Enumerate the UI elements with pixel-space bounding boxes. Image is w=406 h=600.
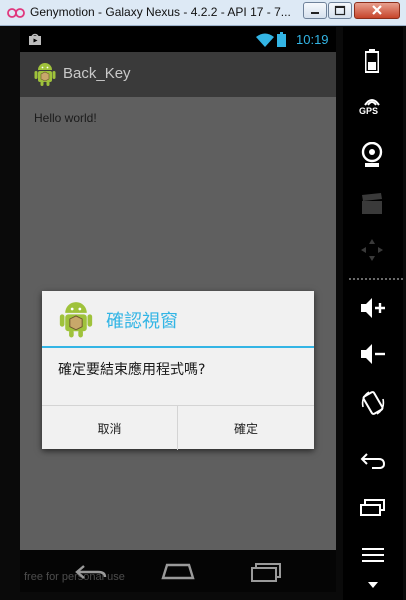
minimize-icon	[311, 12, 319, 14]
menu-control-icon[interactable]	[360, 546, 386, 564]
confirm-button[interactable]: 確定	[178, 406, 314, 450]
hello-world-text: Hello world!	[34, 111, 97, 125]
android-app-icon[interactable]	[34, 61, 56, 87]
wifi-icon	[256, 33, 274, 47]
gps-label: GPS	[359, 106, 379, 116]
action-bar: Back_Key	[20, 52, 336, 97]
close-button[interactable]	[354, 2, 400, 19]
confirm-dialog: 確認視窗 確定要結束應用程式嗎? 取消 確定	[42, 291, 314, 450]
battery-icon	[277, 32, 286, 47]
panel-separator	[349, 278, 403, 280]
cancel-button[interactable]: 取消	[42, 406, 178, 450]
maximize-button[interactable]	[328, 2, 352, 19]
dialog-button-row: 取消 確定	[42, 405, 314, 450]
dialog-title: 確認視窗	[106, 311, 178, 332]
status-bar: 10:19	[20, 27, 336, 52]
emulator-control-panel: GPS	[343, 27, 403, 600]
back-icon[interactable]	[74, 563, 108, 581]
app-content: Hello world! 確認視窗 確定要結束應用程式嗎? 取消 確定	[20, 97, 336, 550]
navigation-bar: free for personal use	[20, 550, 336, 592]
dialog-message: 確定要結束應用程式嗎?	[58, 362, 206, 378]
scroll-down-arrow-icon[interactable]	[368, 582, 378, 588]
android-dialog-icon	[59, 302, 93, 338]
rotate-screen-icon[interactable]	[360, 389, 386, 417]
video-capture-icon[interactable]	[360, 193, 384, 215]
gps-signal-icon	[364, 99, 380, 106]
dpad-icon[interactable]	[360, 238, 384, 262]
maximize-icon	[334, 5, 346, 16]
volume-up-icon[interactable]	[360, 296, 386, 320]
window-title: Genymotion - Galaxy Nexus - 4.2.2 - API …	[30, 5, 291, 19]
status-time: 10:19	[296, 32, 329, 47]
battery-control-icon[interactable]	[365, 49, 379, 73]
play-store-notification-icon	[29, 33, 41, 45]
close-icon	[372, 5, 382, 15]
device-screen: 10:19 Back_Key Hello world! 確認視窗 確定要結束應用…	[20, 27, 336, 592]
minimize-button[interactable]	[303, 2, 327, 19]
back-control-icon[interactable]	[360, 452, 386, 470]
volume-down-icon[interactable]	[360, 342, 386, 366]
genymotion-logo-icon	[7, 8, 25, 18]
app-title: Back_Key	[63, 65, 131, 82]
window-titlebar: Genymotion - Galaxy Nexus - 4.2.2 - API …	[0, 0, 406, 26]
home-icon[interactable]	[161, 561, 195, 581]
dialog-title-divider	[42, 346, 314, 348]
webcam-icon[interactable]	[360, 142, 384, 168]
gps-control[interactable]: GPS	[357, 96, 387, 120]
recent-apps-control-icon[interactable]	[360, 499, 386, 517]
recent-apps-icon[interactable]	[250, 561, 284, 583]
